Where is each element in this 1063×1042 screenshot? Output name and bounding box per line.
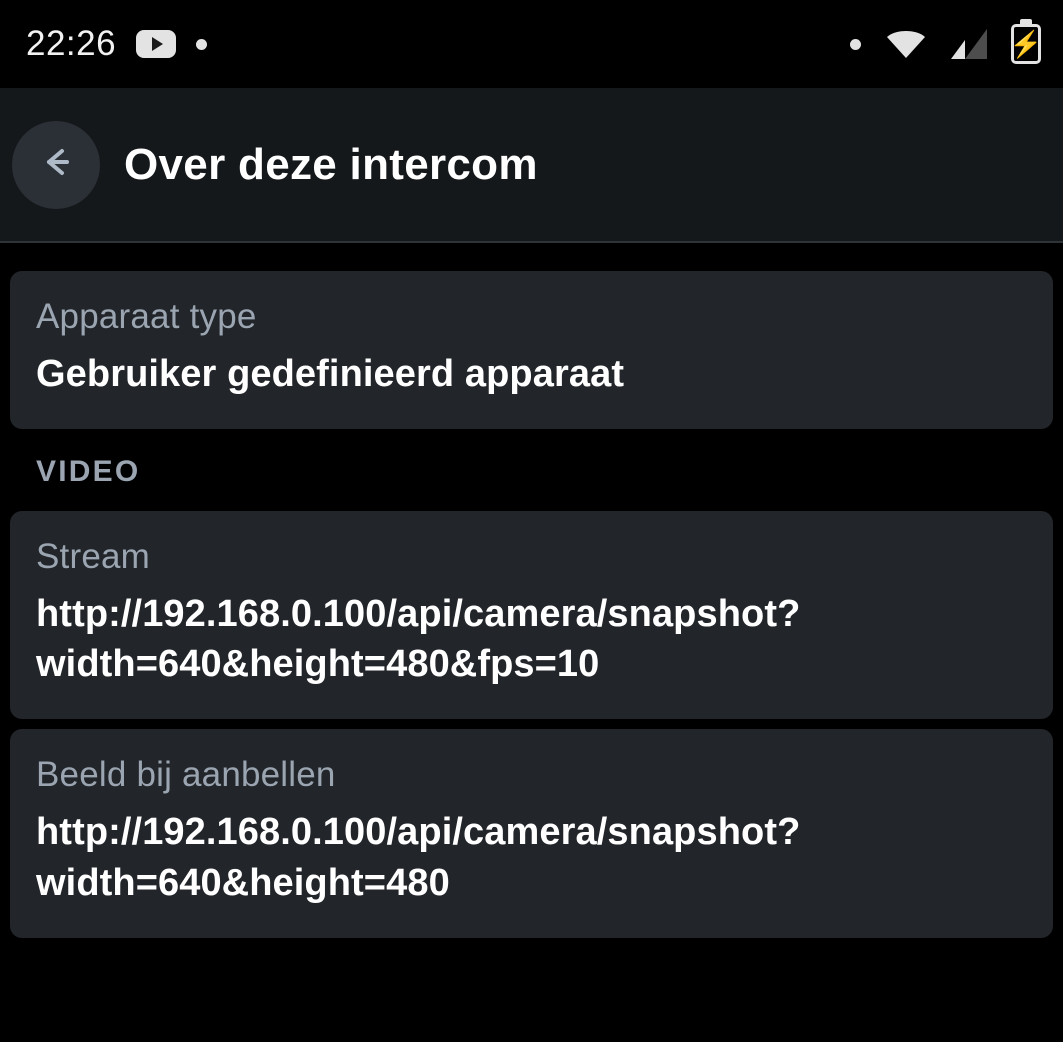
video-stream-value: http://192.168.0.100/api/camera/snapshot…	[36, 593, 801, 686]
video-stream-label: Stream	[36, 537, 151, 577]
video-doorbell-image-value: http://192.168.0.100/api/camera/snapshot…	[36, 811, 801, 904]
page-title: Over deze intercom	[124, 139, 538, 189]
app-bar: Over deze intercom	[0, 88, 1063, 243]
device-type-card[interactable]: Apparaat type Gebruiker gedefinieerd app…	[10, 271, 1053, 430]
status-bar-clock: 22:26	[26, 24, 117, 63]
status-dot-icon	[850, 38, 861, 50]
play-triangle-icon	[152, 37, 164, 51]
video-doorbell-image-card[interactable]: Beeld bij aanbellen http://192.168.0.100…	[10, 729, 1053, 938]
notification-dot-icon	[196, 38, 208, 50]
video-stream-card[interactable]: Stream http://192.168.0.100/api/camera/s…	[10, 511, 1053, 720]
section-header-video: VIDEO	[36, 455, 141, 489]
device-type-label: Apparaat type	[36, 297, 257, 336]
status-bar-right: ⚡	[850, 24, 1043, 64]
youtube-icon	[136, 30, 177, 58]
top-spacer	[10, 243, 1053, 271]
charging-bolt-icon: ⚡	[1009, 29, 1043, 59]
video-doorbell-image-label: Beeld bij aanbellen	[36, 755, 336, 795]
arrow-left-icon	[34, 140, 78, 189]
wifi-icon	[885, 28, 927, 60]
battery-charging-icon: ⚡	[1009, 24, 1043, 64]
status-bar-left: 22:26	[26, 24, 208, 64]
status-bar: 22:26 ⚡	[0, 0, 1063, 88]
device-type-value: Gebruiker gedefinieerd apparaat	[36, 353, 625, 395]
card-gap	[10, 719, 1053, 729]
cellular-signal-icon	[951, 29, 987, 59]
content-scroll-area[interactable]: Apparaat type Gebruiker gedefinieerd app…	[0, 243, 1063, 1042]
back-button[interactable]	[12, 120, 100, 209]
